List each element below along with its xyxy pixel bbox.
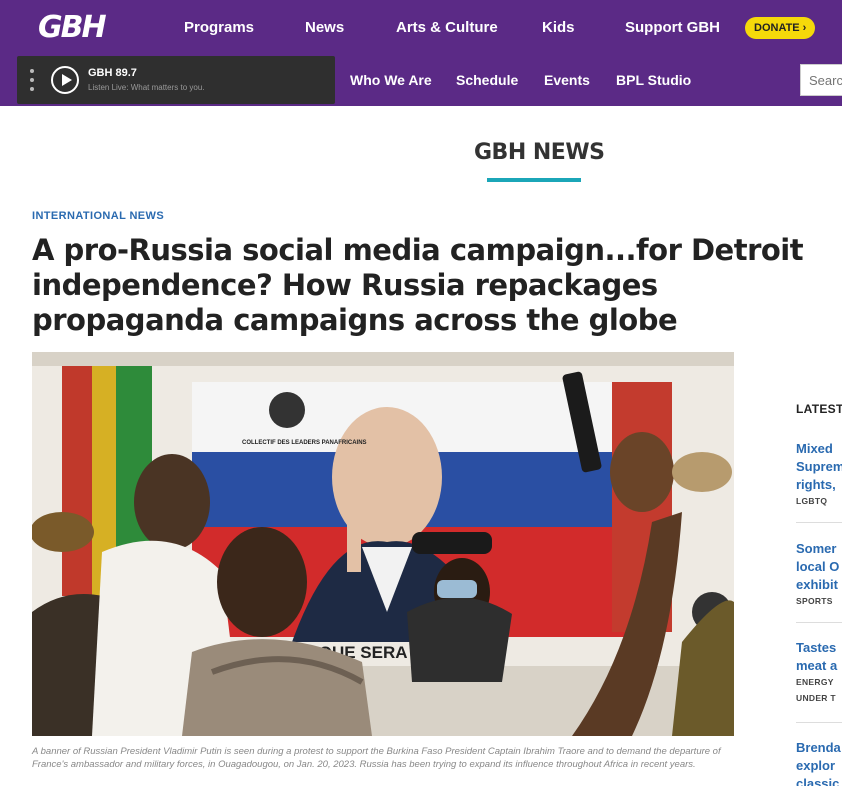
article-photo: IQUE SERA COLLECTIF DES LEADERS PANAFRIC… bbox=[32, 352, 734, 736]
divider bbox=[796, 622, 842, 623]
search-input[interactable] bbox=[800, 64, 842, 96]
subnav-who-we-are[interactable]: Who We Are bbox=[350, 72, 432, 88]
nav-support-gbh[interactable]: Support GBH bbox=[625, 19, 720, 36]
article-headline: A pro-Russia social media campaign...for… bbox=[32, 233, 804, 337]
donate-button[interactable]: DONATE › bbox=[745, 17, 816, 39]
rail-item[interactable]: Mixed Suprem rights, LGBTQ bbox=[796, 440, 842, 506]
nav-kids[interactable]: Kids bbox=[542, 19, 575, 36]
latest-heading: LATEST bbox=[796, 402, 842, 416]
rail-item-title[interactable]: Tastes meat a bbox=[796, 639, 842, 675]
rail-item-title[interactable]: Somer local O exhibit bbox=[796, 540, 842, 594]
nav-programs[interactable]: Programs bbox=[184, 19, 254, 36]
chevron-right-icon: › bbox=[802, 22, 807, 34]
banner-logo-text: COLLECTIF DES LEADERS PANAFRICAINS bbox=[242, 440, 367, 446]
drag-handle-icon[interactable] bbox=[30, 69, 36, 91]
section-title: GBH NEWS bbox=[474, 140, 605, 165]
nav-arts-culture[interactable]: Arts & Culture bbox=[396, 19, 498, 36]
live-player: GBH 89.7 Listen Live: What matters to yo… bbox=[17, 56, 335, 104]
divider bbox=[796, 722, 842, 723]
rail-item[interactable]: Brenda explor classic bbox=[796, 739, 842, 786]
rail-item-tag[interactable]: LGBTQ bbox=[796, 496, 842, 506]
station-name: GBH 89.7 bbox=[88, 67, 137, 79]
subnav-events[interactable]: Events bbox=[544, 72, 590, 88]
rail-item-tag[interactable]: SPORTS bbox=[796, 596, 842, 606]
subnav-bpl-studio[interactable]: BPL Studio bbox=[616, 72, 691, 88]
rail-item-title[interactable]: Brenda explor classic bbox=[796, 739, 842, 786]
rail-item-title[interactable]: Mixed Suprem rights, bbox=[796, 440, 842, 494]
donate-label: DONATE bbox=[754, 22, 800, 34]
rail-item[interactable]: Somer local O exhibit SPORTS bbox=[796, 540, 842, 606]
category-link[interactable]: INTERNATIONAL NEWS bbox=[32, 210, 164, 222]
section-underline bbox=[487, 178, 581, 182]
logo-text: GBH bbox=[38, 10, 107, 45]
rail-item-tag[interactable]: ENERGY bbox=[796, 677, 842, 687]
photo-caption: A banner of Russian President Vladimir P… bbox=[32, 746, 721, 770]
rail-item[interactable]: Tastes meat a ENERGY UNDER T bbox=[796, 639, 842, 703]
rail-item-tag[interactable]: UNDER T bbox=[796, 693, 842, 703]
nav-news[interactable]: News bbox=[305, 19, 344, 36]
station-tagline: Listen Live: What matters to you. bbox=[88, 83, 205, 92]
divider bbox=[796, 522, 842, 523]
play-icon[interactable] bbox=[51, 66, 79, 94]
subnav-schedule[interactable]: Schedule bbox=[456, 72, 518, 88]
gbh-logo[interactable]: GBH bbox=[38, 10, 107, 46]
